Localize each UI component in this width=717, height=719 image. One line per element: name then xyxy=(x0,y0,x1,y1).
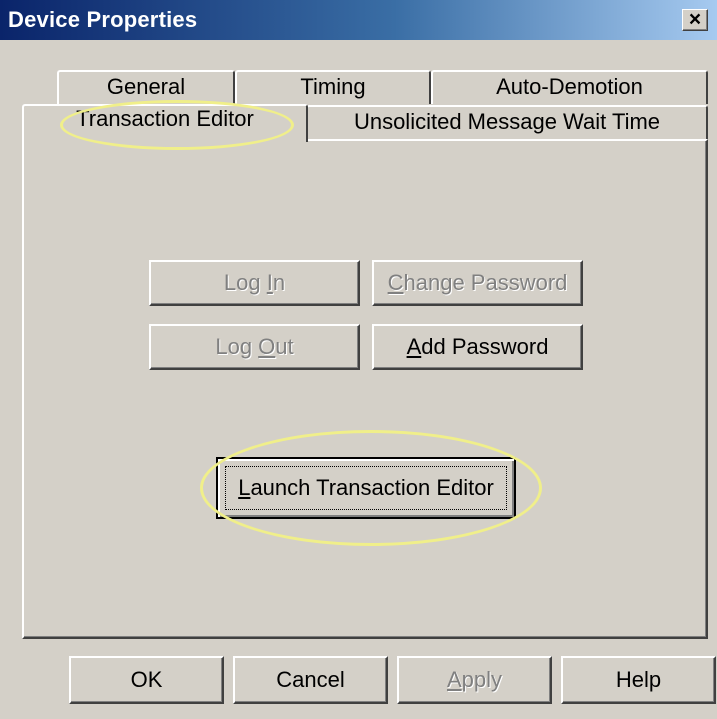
launch-transaction-editor-label: Launch Transaction Editor xyxy=(238,475,494,500)
log-out-label: Log Out xyxy=(215,334,294,359)
log-in-button[interactable]: Log In xyxy=(149,260,360,306)
launch-transaction-editor-button[interactable]: Launch Transaction Editor xyxy=(216,457,516,519)
close-icon: × xyxy=(688,8,702,31)
tab-panel-transaction-editor xyxy=(22,139,708,639)
window-title: Device Properties xyxy=(8,7,198,32)
add-password-button[interactable]: Add Password xyxy=(372,324,583,370)
device-properties-dialog: Device Properties × General Timing Auto-… xyxy=(0,0,717,719)
tab-unsolicited-message-wait-time[interactable]: Unsolicited Message Wait Time xyxy=(306,105,708,139)
tab-transaction-editor-label: Transaction Editor xyxy=(76,106,254,131)
help-label: Help xyxy=(615,667,662,692)
close-button[interactable]: × xyxy=(682,9,708,31)
help-button[interactable]: Help xyxy=(561,656,716,704)
ok-button[interactable]: OK xyxy=(69,656,224,704)
cancel-label: Cancel xyxy=(276,667,345,692)
tab-general-label: General xyxy=(106,74,186,99)
tab-auto-demotion-label: Auto-Demotion xyxy=(496,74,643,99)
tab-timing-label: Timing xyxy=(300,74,366,99)
log-out-button[interactable]: Log Out xyxy=(149,324,360,370)
add-password-label: Add Password xyxy=(406,334,549,359)
cancel-button[interactable]: Cancel xyxy=(233,656,388,704)
tab-unsolicited-message-wait-time-label: Unsolicited Message Wait Time xyxy=(353,109,661,134)
change-password-button[interactable]: Change Password xyxy=(372,260,583,306)
apply-label: Apply xyxy=(446,667,503,692)
tab-general[interactable]: General xyxy=(57,70,235,104)
log-in-label: Log In xyxy=(223,270,286,295)
ok-label: OK xyxy=(130,667,163,692)
title-bar[interactable]: Device Properties × xyxy=(0,0,717,40)
change-password-label: Change Password xyxy=(387,270,568,295)
tab-auto-demotion[interactable]: Auto-Demotion xyxy=(431,70,708,104)
tab-timing[interactable]: Timing xyxy=(235,70,431,104)
tab-transaction-editor[interactable]: Transaction Editor xyxy=(22,104,308,142)
apply-button[interactable]: Apply xyxy=(397,656,552,704)
